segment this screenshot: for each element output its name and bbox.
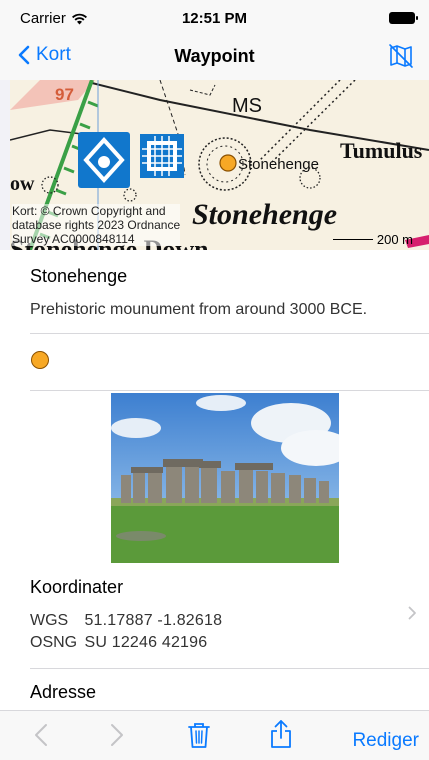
status-bar: Carrier 12:51 PM bbox=[0, 0, 429, 36]
coordinate-value: 51.17887 -1.82618 bbox=[84, 612, 223, 629]
waypoint-photo[interactable] bbox=[111, 393, 339, 563]
chevron-left-icon bbox=[35, 724, 47, 746]
map-credit: Kort: © Crown Copyright and database rig… bbox=[12, 204, 181, 246]
delete-button[interactable] bbox=[187, 721, 211, 754]
scale-label: 200 m bbox=[376, 232, 413, 247]
map-label-partial-left: ow bbox=[10, 173, 35, 195]
map-label-stonehenge-big: Stonehenge bbox=[192, 198, 337, 231]
waypoint-details: Stonehenge Prehistoric mounument from ar… bbox=[0, 250, 429, 710]
map-credit-line: database rights 2023 Ordnance bbox=[12, 218, 181, 232]
divider bbox=[30, 333, 429, 334]
waypoint-marker[interactable] bbox=[219, 154, 237, 172]
map-label-stonehenge-small: Stonehenge bbox=[238, 156, 319, 173]
coordinate-value: SU 12246 42196 bbox=[84, 634, 208, 651]
previous-button[interactable] bbox=[34, 723, 48, 752]
edit-button[interactable]: Rediger bbox=[352, 730, 419, 752]
bottom-toolbar: Rediger bbox=[0, 710, 429, 760]
next-button[interactable] bbox=[110, 723, 124, 752]
chevron-right-icon[interactable] bbox=[408, 606, 417, 620]
map-label-ms: MS bbox=[232, 95, 262, 117]
coordinate-row-wgs[interactable]: WGS 51.17887 -1.82618 bbox=[30, 612, 429, 630]
divider bbox=[30, 668, 429, 669]
waypoint-name: Stonehenge bbox=[30, 266, 128, 286]
coordinate-label: WGS bbox=[30, 612, 69, 629]
visitor-centre-icon bbox=[140, 134, 184, 178]
divider bbox=[30, 390, 429, 391]
address-title: Adresse bbox=[30, 682, 97, 702]
navigation-bar: Kort Waypoint bbox=[0, 36, 429, 80]
scale-bar bbox=[332, 239, 373, 240]
map-label-tumulus: Tumulus bbox=[340, 138, 423, 163]
chevron-right-icon bbox=[111, 724, 123, 746]
trash-icon bbox=[188, 723, 210, 748]
share-button[interactable] bbox=[269, 719, 293, 754]
waypoint-description: Prehistoric mounument from around 3000 B… bbox=[30, 301, 368, 318]
heritage-logo bbox=[78, 132, 130, 188]
waypoint-pin-icon[interactable] bbox=[31, 351, 49, 369]
map-credit-line: Survey AC0000848114 bbox=[12, 232, 135, 246]
coordinates-title: Koordinater bbox=[30, 577, 124, 597]
battery-icon bbox=[389, 12, 418, 24]
coordinate-label: OSNG bbox=[30, 634, 78, 651]
map-scale: 200 m bbox=[332, 232, 413, 247]
photo-image bbox=[111, 393, 339, 563]
map-credit-line: Kort: © Crown Copyright and bbox=[12, 204, 166, 218]
map-view[interactable]: 97 MS Tumulus Stonehenge Stonehenge ow K… bbox=[10, 80, 429, 250]
road-number-label: 97 bbox=[55, 85, 74, 104]
map-off-icon bbox=[389, 44, 413, 68]
coordinate-row-osng[interactable]: OSNG SU 12246 42196 bbox=[30, 634, 429, 652]
page-title: Waypoint bbox=[174, 46, 255, 66]
clock: 12:51 PM bbox=[181, 10, 248, 27]
share-icon bbox=[271, 720, 291, 748]
map-toggle-button[interactable] bbox=[387, 42, 415, 75]
